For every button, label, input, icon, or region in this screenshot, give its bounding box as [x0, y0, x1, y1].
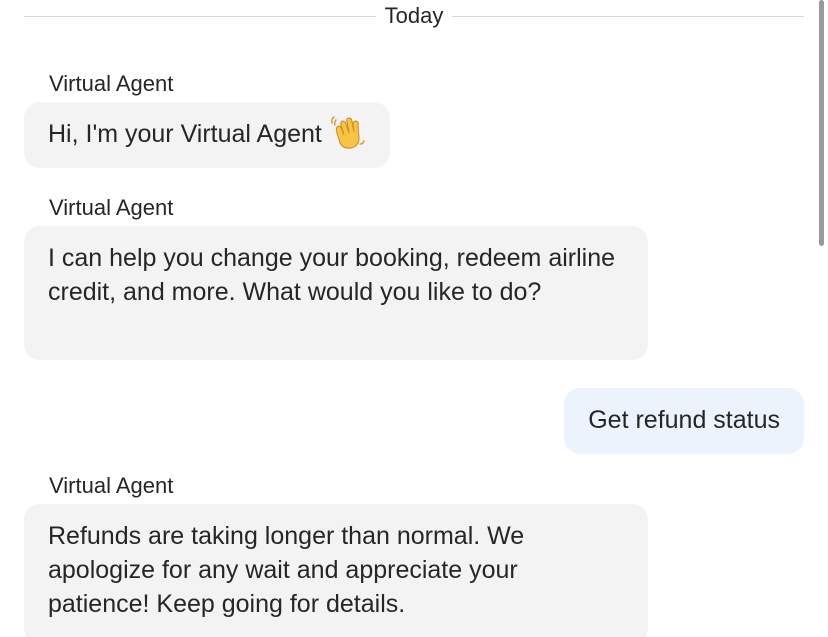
message-text: Get refund status	[588, 406, 780, 434]
agent-message-bubble: Refunds are taking longer than normal. W…	[24, 504, 648, 637]
message-sender-label: Virtual Agent	[49, 195, 174, 220]
date-divider: Today	[24, 0, 804, 32]
waving-hand-icon	[328, 113, 366, 151]
divider-line-right	[452, 15, 804, 17]
message-text: Refunds are taking longer than normal. W…	[48, 522, 525, 618]
agent-message-bubble: Hi, I'm your Virtual Agent	[24, 102, 390, 168]
user-message-bubble: Get refund status	[564, 388, 804, 454]
scrollbar-thumb[interactable]	[819, 0, 824, 246]
message-text: Hi, I'm your Virtual Agent	[48, 120, 322, 148]
divider-line-left	[24, 15, 376, 17]
chat-transcript: Today Virtual Agent Hi, I'm your Virtual…	[0, 0, 828, 637]
message-sender-label: Virtual Agent	[49, 71, 174, 96]
date-divider-label: Today	[384, 3, 444, 28]
agent-message-bubble: I can help you change your booking, rede…	[24, 226, 648, 360]
message-sender-label: Virtual Agent	[49, 473, 174, 498]
message-text: I can help you change your booking, rede…	[48, 244, 616, 306]
